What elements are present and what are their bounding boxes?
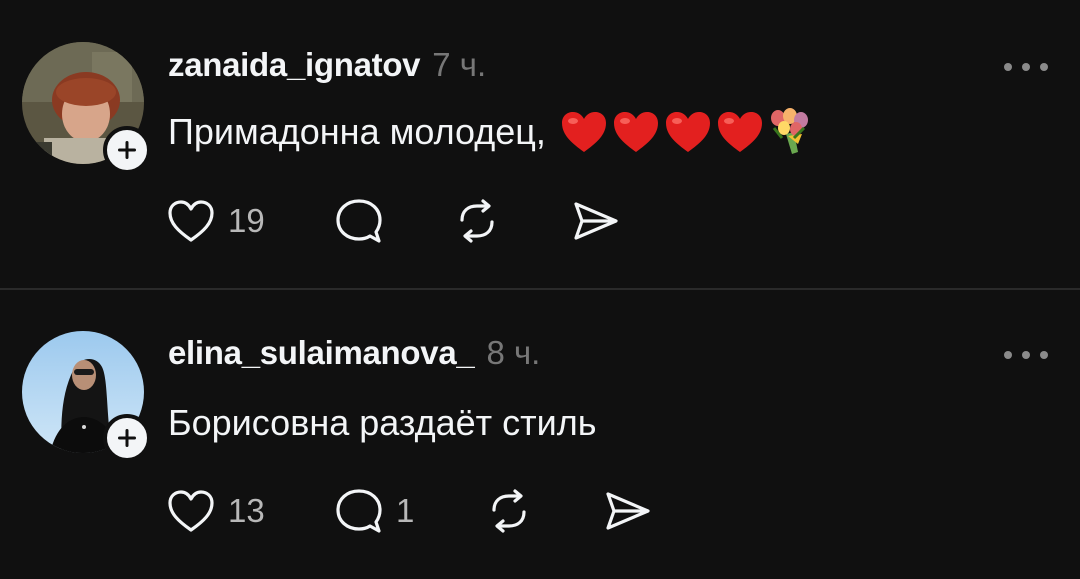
comment-bubble-icon xyxy=(336,199,382,243)
post-text: Борисовна раздаёт стиль xyxy=(168,400,596,446)
repost-button[interactable] xyxy=(452,198,570,244)
follow-button[interactable] xyxy=(103,414,151,462)
heart-emoji xyxy=(665,112,710,152)
more-dots-icon[interactable] xyxy=(1004,57,1048,77)
like-count: 13 xyxy=(228,492,265,529)
reply-count: 1 xyxy=(396,492,415,529)
timestamp: 7 ч. xyxy=(432,46,487,83)
reply-button[interactable] xyxy=(334,197,452,245)
like-button[interactable]: 19 xyxy=(166,198,334,244)
more-dots-icon[interactable] xyxy=(1004,345,1048,365)
heart-emoji xyxy=(613,112,658,152)
comment-bubble-icon xyxy=(336,489,382,533)
heart-outline-icon xyxy=(168,490,214,532)
post-header: elina_sulaimanova_ 8 ч. xyxy=(168,334,540,378)
post-actions: 13 1 xyxy=(166,486,652,536)
repost-arrows-icon xyxy=(460,199,494,243)
share-button[interactable] xyxy=(602,488,652,534)
timestamp: 8 ч. xyxy=(486,334,541,371)
heart-emoji xyxy=(561,112,606,152)
like-count: 19 xyxy=(228,202,265,239)
post-text: Примадонна молодец, xyxy=(168,104,816,160)
thread-post: zanaida_ignatov 7 ч. Примадонна молодец, xyxy=(0,0,1080,288)
username[interactable]: elina_sulaimanova_ xyxy=(168,334,475,372)
heart-outline-icon xyxy=(168,200,214,242)
repost-arrows-icon xyxy=(492,489,526,533)
plus-icon xyxy=(118,141,136,159)
emoji-group xyxy=(560,108,816,156)
send-arrow-icon xyxy=(606,492,650,530)
post-header: zanaida_ignatov 7 ч. xyxy=(168,46,486,90)
post-actions: 19 xyxy=(166,196,620,246)
post-text-content: Борисовна раздаёт стиль xyxy=(168,402,597,443)
reply-button[interactable]: 1 xyxy=(334,487,484,535)
plus-icon xyxy=(118,429,136,447)
bouquet-emoji xyxy=(770,108,808,154)
share-button[interactable] xyxy=(570,198,620,244)
repost-button[interactable] xyxy=(484,488,602,534)
username[interactable]: zanaida_ignatov xyxy=(168,46,421,84)
heart-emoji xyxy=(717,112,762,152)
follow-button[interactable] xyxy=(103,126,151,174)
thread-post: elina_sulaimanova_ 8 ч. Борисовна раздаё… xyxy=(0,290,1080,579)
post-text-content: Примадонна молодец, xyxy=(168,111,546,152)
send-arrow-icon xyxy=(574,202,618,240)
like-button[interactable]: 13 xyxy=(166,488,334,534)
